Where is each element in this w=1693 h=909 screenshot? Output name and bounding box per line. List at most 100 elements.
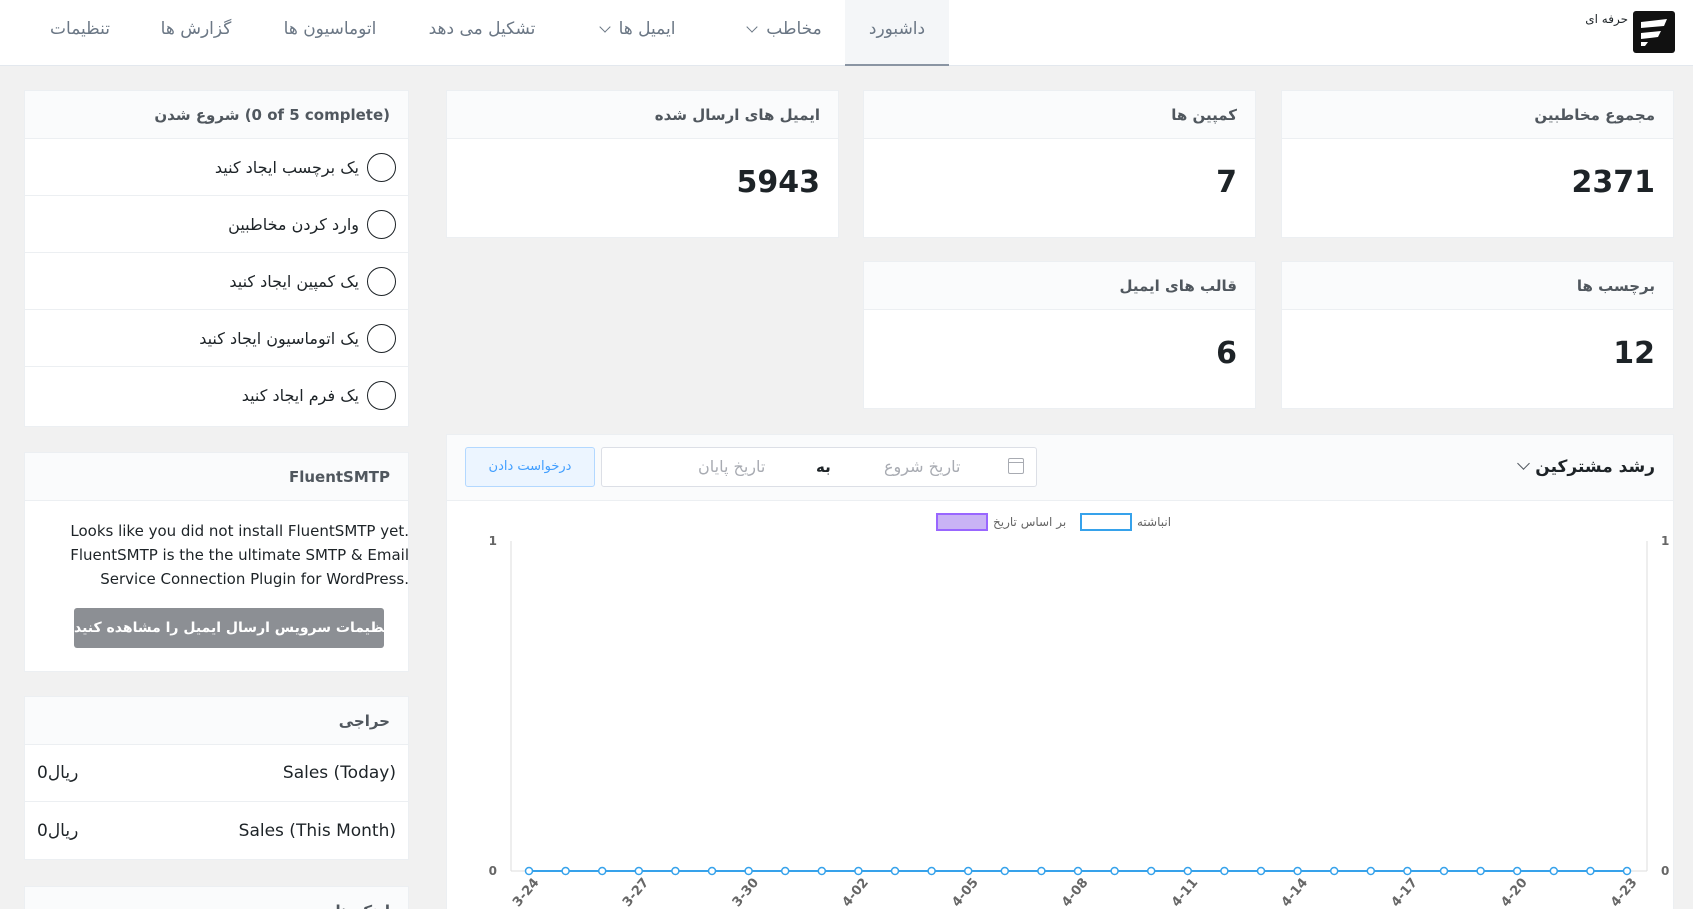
onboarding-item[interactable]: یک فرم ایجاد کنید (25, 367, 408, 424)
chevron-down-icon[interactable] (1517, 457, 1530, 470)
data-point (1439, 866, 1449, 876)
nav-tab-dashboard[interactable]: داشبورد (845, 0, 949, 66)
data-point (1622, 866, 1632, 876)
onboarding-item[interactable]: وارد کردن مخاطبین (25, 196, 408, 253)
nav-tab-contacts[interactable]: مخاطب (730, 0, 840, 66)
data-point (744, 866, 753, 876)
legend-swatch-cumulative (1080, 513, 1132, 531)
x-tick-label: 4-05 (949, 875, 981, 909)
checkbox-circle-icon[interactable] (367, 266, 396, 296)
stat-card-email-templates: قالب های ایمیل 6 (863, 261, 1256, 409)
stat-card-title: قالب های ایمیل (864, 262, 1255, 310)
y-tick-label-right: 1 (1661, 534, 1669, 548)
data-point (780, 866, 790, 876)
x-tick-label: 4-23 (1608, 875, 1640, 909)
checkbox-circle-icon[interactable] (367, 152, 396, 182)
data-point (817, 866, 827, 876)
stat-card-tags: برچسب ها 12 (1281, 261, 1674, 409)
fluentsmtp-title: FluentSMTP (25, 453, 408, 501)
data-point (1220, 866, 1229, 876)
stat-card-value: 7 (1216, 165, 1237, 200)
stat-card-title: ایمیل های ارسال شده (447, 91, 838, 139)
start-date-input[interactable]: تاریخ شروع (884, 448, 960, 486)
data-point (927, 866, 936, 876)
quick-links-card: لینک های سریع (24, 886, 409, 909)
onboarding-item[interactable]: یک اتوماسیون ایجاد کنید (25, 310, 408, 367)
data-point (1073, 866, 1083, 876)
stat-card-value: 12 (1613, 336, 1655, 371)
y-tick-label-left: 1 (489, 534, 497, 548)
data-point (671, 866, 680, 876)
data-point (1549, 866, 1559, 876)
app-logo-icon[interactable] (1633, 11, 1675, 53)
x-tick-label: 3-24 (510, 875, 542, 909)
nav-tab-forms[interactable]: تشکیل می دهد (420, 0, 544, 66)
x-tick-label: 4-14 (1279, 875, 1311, 909)
x-tick-label: 4-02 (840, 875, 872, 909)
nav-tab-settings[interactable]: تنظیمات (45, 0, 115, 66)
onboarding-item[interactable]: یک برچسب ایجاد کنید (25, 139, 408, 196)
data-point (1366, 866, 1376, 876)
data-point (1110, 866, 1119, 876)
calendar-icon (1008, 458, 1024, 474)
data-point (1403, 866, 1412, 876)
chevron-down-icon (598, 21, 611, 33)
x-tick-label: 3-27 (620, 875, 652, 909)
onboarding-item[interactable]: یک کمپین ایجاد کنید (25, 253, 408, 310)
checkbox-circle-icon[interactable] (367, 209, 396, 239)
x-tick-label: 4-08 (1059, 875, 1091, 909)
data-point (1512, 866, 1522, 876)
sales-label: Sales (This Month) (238, 820, 396, 841)
stat-card-title: برچسب ها (1282, 262, 1673, 310)
data-point (854, 866, 863, 876)
stat-card-value: 2371 (1571, 165, 1656, 200)
sales-row: 0ریال Sales (Today) (25, 745, 408, 802)
data-point (634, 866, 644, 876)
data-point (1329, 866, 1339, 876)
end-date-input[interactable]: تاریخ پایان (698, 448, 765, 486)
sales-label: Sales (Today) (282, 763, 396, 783)
legend-label-cumulative: انباشته (1137, 515, 1171, 529)
data-point (1037, 866, 1046, 876)
fluentsmtp-message: Looks like you did not install FluentSMT… (70, 522, 409, 588)
chart-legend: انباشته بر اساس تاریخ (936, 513, 1171, 531)
data-point (597, 866, 607, 876)
data-point (1293, 866, 1302, 876)
date-range-picker[interactable]: تاریخ شروع به تاریخ پایان (601, 447, 1037, 487)
legend-swatch-by-date (936, 513, 988, 531)
apply-button[interactable]: درخواست دادن (465, 447, 595, 487)
data-point (1146, 866, 1156, 876)
x-tick-label: 4-17 (1389, 875, 1421, 909)
y-tick-label-right: 0 (1661, 864, 1669, 878)
stat-card-value: 5943 (736, 165, 821, 200)
smtp-settings-button[interactable]: تنظیمات سرویس ارسال ایمیل را مشاهده کنید (74, 608, 395, 648)
checkbox-circle-icon[interactable] (367, 323, 396, 353)
checkbox-circle-icon[interactable] (367, 381, 396, 410)
chart-header: رشد مشترکین تاریخ شروع به تاریخ پایان در… (447, 435, 1673, 501)
nav-tab-emails[interactable]: ایمیل ها (588, 0, 688, 66)
nav-tab-reports[interactable]: گزارش ها (157, 0, 235, 66)
stat-card-value: 6 (1216, 336, 1237, 371)
x-tick-label: 4-20 (1498, 875, 1530, 909)
chart-title: رشد مشترکین (1535, 457, 1655, 477)
sales-value: 0ریال (37, 820, 79, 841)
onboarding-card: شروع شدن (0 of 5 complete) یک برچسب ایجا… (24, 90, 409, 427)
stat-card-emails-sent: ایمیل های ارسال شده 5943 (446, 90, 839, 238)
stat-card-campaigns: کمپین ها 7 (863, 90, 1256, 238)
nav-tab-automations[interactable]: اتوماسیون ها (275, 0, 385, 66)
stat-card-total-contacts: مجموع مخاطبین 2371 (1281, 90, 1674, 238)
data-point (890, 866, 900, 876)
data-point (524, 866, 534, 876)
chart-plot: انباشته بر اساس تاریخ 0 0 1 1 3-24 3-27 3-30 4-… (489, 513, 1669, 909)
quick-links-title: لینک های سریع (25, 887, 408, 909)
y-tick-label-left: 0 (489, 864, 497, 878)
legend-label-by-date: بر اساس تاریخ (993, 515, 1066, 530)
data-point (707, 866, 717, 876)
x-tick-label: 3-30 (730, 875, 762, 909)
stat-card-title: کمپین ها (864, 91, 1255, 139)
brand-label: حرفه ای (1585, 12, 1628, 26)
x-tick-label: 4-11 (1169, 875, 1201, 909)
data-point (963, 866, 973, 876)
stat-card-title: مجموع مخاطبین (1282, 91, 1673, 139)
chevron-down-icon (746, 21, 758, 33)
